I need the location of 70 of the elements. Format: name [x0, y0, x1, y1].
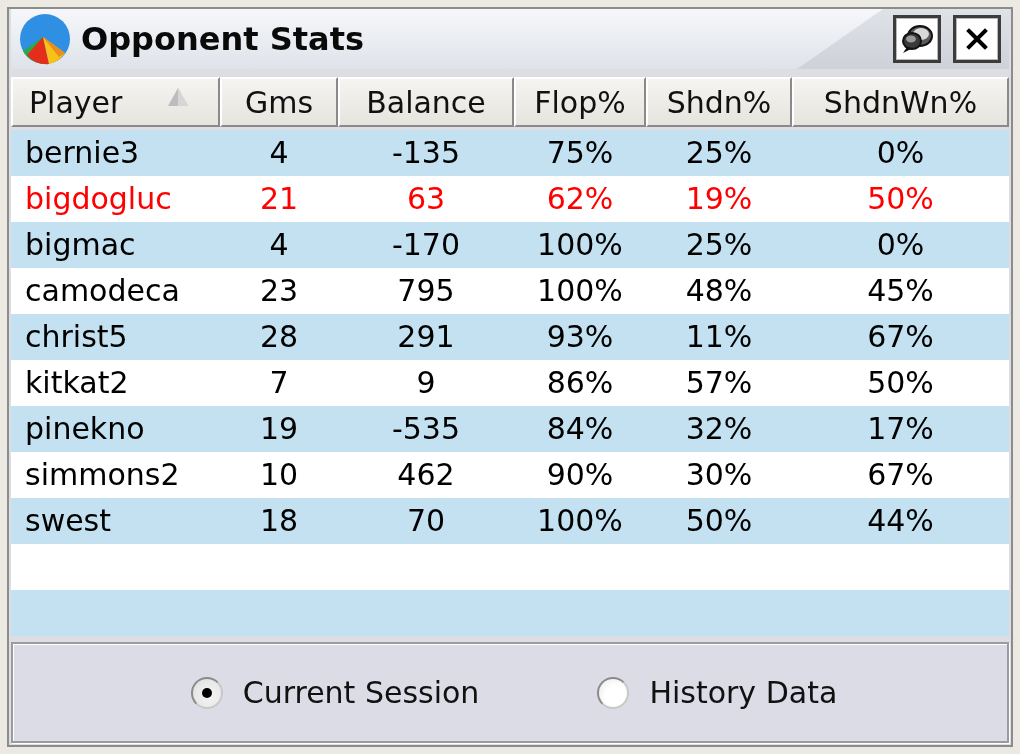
table-cell-text: 86% — [545, 364, 615, 402]
table-cell-text: 9 — [415, 364, 437, 402]
table-cell-text: kitkat2 — [24, 364, 130, 402]
table-cell-text: 57% — [684, 364, 754, 402]
column-header[interactable]: ShdnWn% — [792, 77, 1009, 127]
table-cell-text: 17% — [866, 410, 935, 448]
table-cell-text: 28 — [258, 318, 300, 356]
radio-button[interactable] — [190, 676, 223, 709]
table-cell-text: 0% — [875, 226, 926, 264]
column-header[interactable]: Flop% — [514, 77, 646, 127]
table-cell-text: 795 — [396, 272, 456, 310]
table-cell-text: 93% — [545, 318, 615, 356]
table-cell-text: 4 — [268, 134, 290, 172]
table-cell-text: 19% — [684, 180, 754, 218]
table-cell-text: 50% — [866, 364, 935, 402]
close-button[interactable] — [953, 15, 1001, 63]
window-title: Opponent Stats — [81, 20, 364, 58]
column-header[interactable]: Player — [11, 77, 220, 127]
table-cell-text: 10 — [258, 456, 300, 494]
pie-chart-icon — [19, 13, 71, 65]
table-cell-text: -170 — [390, 226, 462, 264]
column-header[interactable]: Balance — [338, 77, 514, 127]
table-cell-text: 90% — [545, 456, 615, 494]
table-cell-text: 44% — [866, 502, 935, 540]
table-cell-text: 45% — [866, 272, 935, 310]
radio-label[interactable]: Current Session — [242, 675, 480, 710]
table-cell-text: -135 — [390, 134, 462, 172]
table-cell-text: 21 — [258, 180, 300, 218]
close-icon — [965, 27, 989, 51]
table-cell-text: 67% — [866, 318, 935, 356]
table-cell-text: 50% — [684, 502, 754, 540]
table-cell-text: 67% — [866, 456, 935, 494]
table-cell-text: bernie3 — [24, 134, 141, 172]
table-cell-text: 0% — [875, 134, 926, 172]
table-cell-text: 32% — [684, 410, 754, 448]
table-cell-text: 48% — [684, 272, 754, 310]
table-cell-text: 100% — [536, 272, 624, 310]
table-cell-text: 70 — [405, 502, 447, 540]
table-cell-text: 50% — [866, 180, 935, 218]
table-cell-text: -535 — [390, 410, 462, 448]
column-header[interactable]: Shdn% — [646, 77, 792, 127]
table-cell-text: 75% — [545, 134, 615, 172]
table-cell-text: christ5 — [24, 318, 129, 356]
table-cell-text: pinekno — [24, 410, 146, 448]
table-cell-text: bigmac — [24, 226, 137, 264]
table-cell-text: 30% — [684, 456, 754, 494]
table-cell-text: swest — [24, 502, 112, 540]
chat-button[interactable] — [893, 15, 941, 63]
table-cell-text: 84% — [545, 410, 615, 448]
table-cell-text: 19 — [258, 410, 300, 448]
table-cell-text: camodeca — [24, 272, 181, 310]
table-cell-text: 462 — [396, 456, 456, 494]
radio-label[interactable]: History Data — [649, 675, 838, 710]
speech-bubbles-icon — [901, 24, 933, 54]
table-cell-text: 23 — [258, 272, 300, 310]
radio-button[interactable] — [597, 676, 630, 709]
table-cell-text: 25% — [684, 134, 754, 172]
table-cell-text: simmons2 — [24, 456, 181, 494]
table-cell-text: 62% — [545, 180, 615, 218]
column-header[interactable]: Gms — [220, 77, 338, 127]
table-cell-text: 63 — [405, 180, 447, 218]
table-cell-text: 7 — [268, 364, 290, 402]
table-cell-text: 4 — [268, 226, 290, 264]
table-cell-text: 291 — [396, 318, 456, 356]
table-cell-text: 100% — [536, 502, 624, 540]
table-cell-text: 18 — [258, 502, 300, 540]
table-cell-text: 25% — [684, 226, 754, 264]
table-cell-text: 100% — [536, 226, 624, 264]
table-cell-text: 11% — [684, 318, 754, 356]
table-cell-text: bigdogluc — [24, 180, 173, 218]
